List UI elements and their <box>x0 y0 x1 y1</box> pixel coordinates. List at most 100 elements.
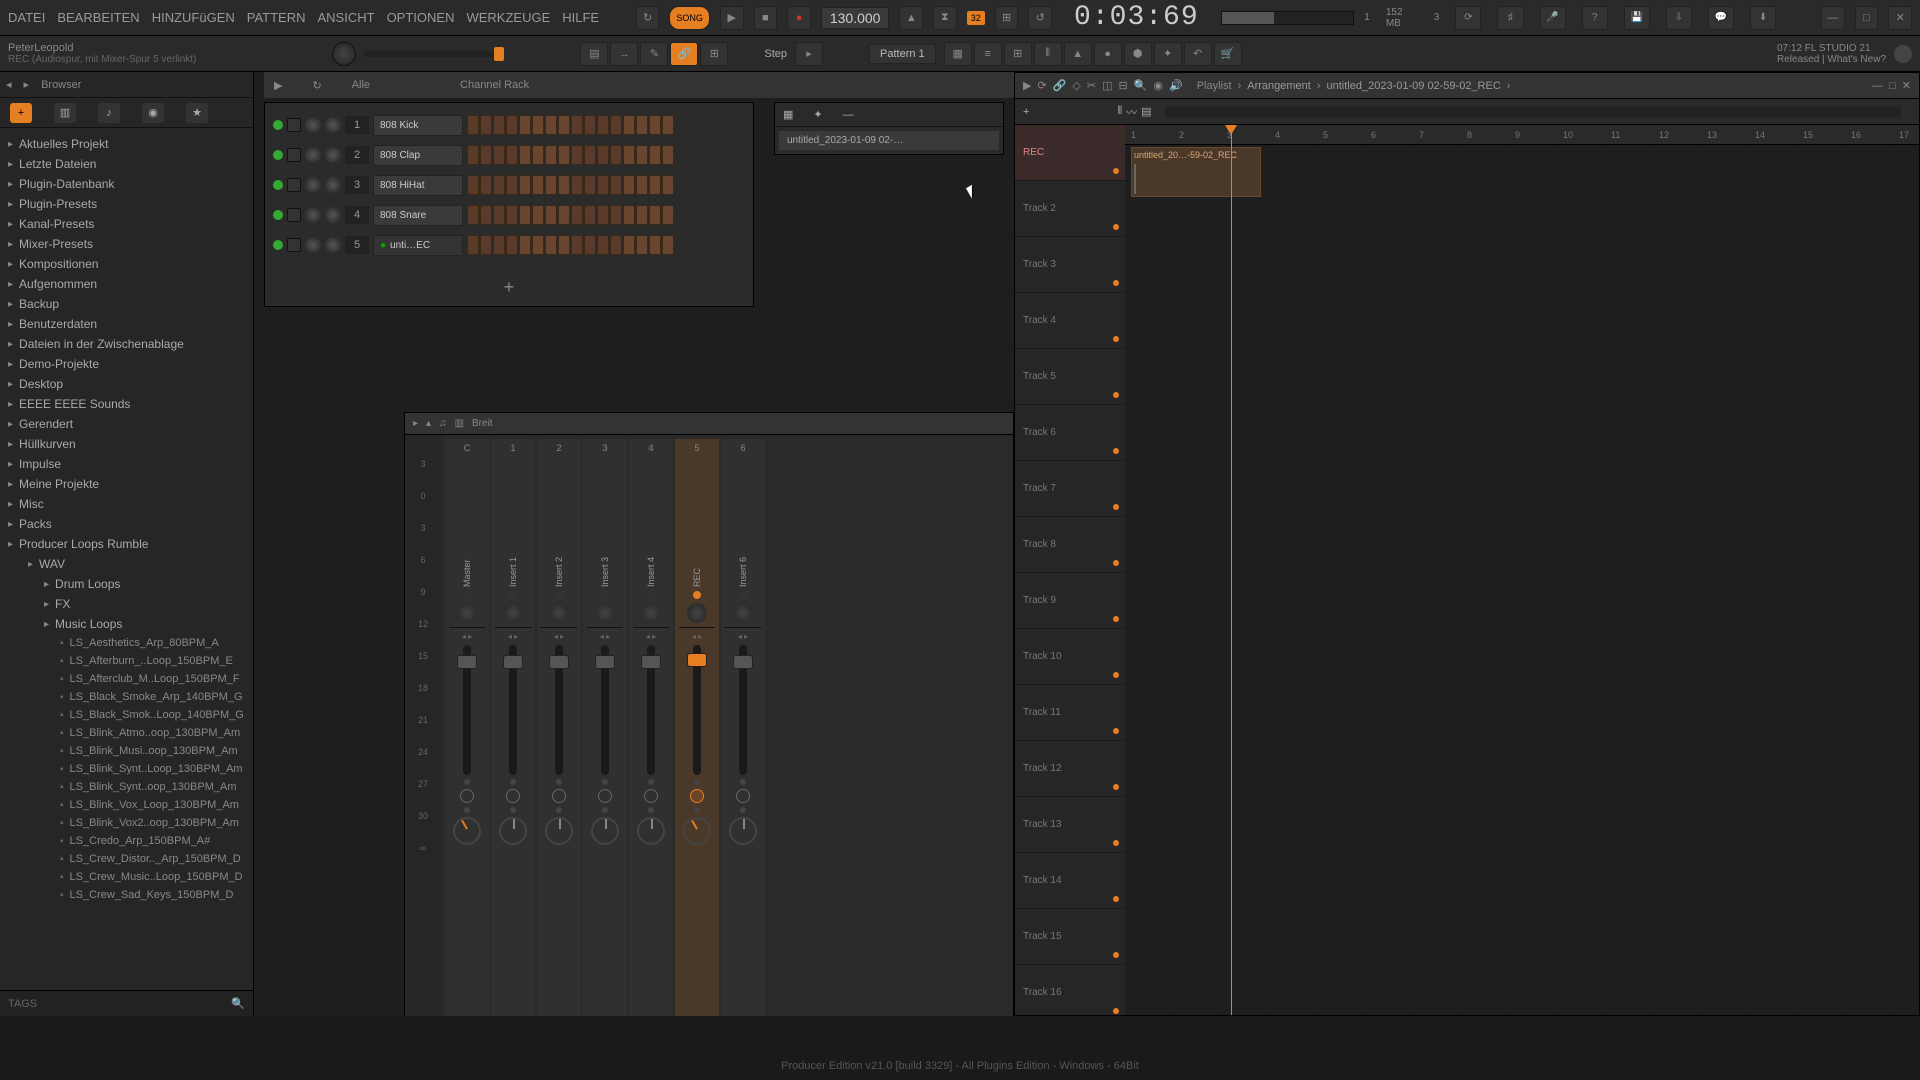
channel-led[interactable] <box>273 150 283 160</box>
pl-min-icon[interactable]: — <box>1872 80 1883 92</box>
channel-number[interactable]: 2 <box>345 146 369 164</box>
step-button[interactable] <box>610 175 622 195</box>
track-dot2[interactable] <box>556 807 562 813</box>
browser-tab-5[interactable]: ★ <box>186 103 208 123</box>
tree-item[interactable]: ▸Aktuelles Projekt <box>0 134 253 154</box>
song-mode-button[interactable]: SONG <box>669 6 710 30</box>
chrack-loop-icon[interactable]: ↻ <box>312 79 321 92</box>
step-button[interactable] <box>506 235 518 255</box>
mx-icon-3[interactable]: ♫ <box>439 418 447 429</box>
tree-item[interactable]: ▪LS_Black_Smoke_Arp_140BPM_G <box>0 688 253 706</box>
track-arrows[interactable]: ◂ ▸ <box>462 632 472 641</box>
view-mixer-button[interactable]: 🔗 <box>670 42 698 66</box>
tree-item[interactable]: ▪LS_Crew_Sad_Keys_150BPM_D <box>0 886 253 904</box>
channel-led[interactable] <box>273 210 283 220</box>
step-button[interactable] <box>480 115 492 135</box>
fader-handle[interactable] <box>641 655 661 669</box>
tree-item[interactable]: ▪LS_Blink_Synt..Loop_130BPM_Am <box>0 760 253 778</box>
mixer-track[interactable]: 4Insert 4◂ ▸ <box>629 439 673 1016</box>
view-pianoroll-button[interactable]: → <box>610 42 638 66</box>
mixer-track[interactable]: 3Insert 3◂ ▸ <box>583 439 627 1016</box>
playlist-track-header[interactable]: Track 16 <box>1015 965 1125 1016</box>
track-send[interactable] <box>644 789 658 803</box>
track-send[interactable] <box>690 789 704 803</box>
channel-vol-knob[interactable] <box>325 147 341 163</box>
tb-icon-2[interactable]: ≡ <box>974 42 1002 66</box>
tree-item[interactable]: ▸Letzte Dateien <box>0 154 253 174</box>
pattern-selector[interactable]: Pattern 1 <box>869 44 936 64</box>
step-button[interactable] <box>493 115 505 135</box>
channel-mute[interactable] <box>287 208 301 222</box>
step-button[interactable] <box>636 175 648 195</box>
track-dot2[interactable] <box>602 807 608 813</box>
fader-handle[interactable] <box>595 655 615 669</box>
tree-item[interactable]: ▸Misc <box>0 494 253 514</box>
step-button[interactable] <box>610 205 622 225</box>
tree-item[interactable]: ▪LS_Afterburn_..Loop_150BPM_E <box>0 652 253 670</box>
pl-max-icon[interactable]: □ <box>1889 80 1896 92</box>
channel-vol-knob[interactable] <box>325 177 341 193</box>
step-button[interactable] <box>597 115 609 135</box>
browser-tab-3[interactable]: ♪ <box>98 103 120 123</box>
tree-item[interactable]: ▸Drum Loops <box>0 574 253 594</box>
step-button[interactable] <box>493 175 505 195</box>
tree-item[interactable]: ▸Plugin-Datenbank <box>0 174 253 194</box>
fader-handle[interactable] <box>457 655 477 669</box>
tree-item[interactable]: ▸Backup <box>0 294 253 314</box>
tb-icon-10[interactable]: 🛒 <box>1214 42 1242 66</box>
channel-number[interactable]: 4 <box>345 206 369 224</box>
step-button[interactable] <box>545 115 557 135</box>
download-icon[interactable]: ⬇ <box>1750 6 1776 30</box>
step-button[interactable] <box>662 145 674 165</box>
playlist-track-header[interactable]: Track 4 <box>1015 293 1125 349</box>
step-button[interactable] <box>545 145 557 165</box>
fader-handle[interactable] <box>733 655 753 669</box>
step-button[interactable] <box>467 175 479 195</box>
channel-number[interactable]: 3 <box>345 176 369 194</box>
tree-item[interactable]: ▸Impulse <box>0 454 253 474</box>
browser-back-icon[interactable]: ◂ <box>6 78 12 91</box>
track-dot2[interactable] <box>510 807 516 813</box>
playlist-file-crumb[interactable]: untitled_2023-01-09 02-59-02_REC <box>1327 80 1501 92</box>
ps-icon-1[interactable]: ▦ <box>783 108 793 121</box>
view-browser-button[interactable]: ⊞ <box>700 42 728 66</box>
main-pitch-knob[interactable] <box>332 42 356 66</box>
browser-tree[interactable]: ▸Aktuelles Projekt▸Letzte Dateien▸Plugin… <box>0 128 253 990</box>
channel-number[interactable]: 5 <box>345 236 369 254</box>
stop-button[interactable]: ■ <box>754 6 778 30</box>
pl-tool-5[interactable]: ⊟ <box>1118 79 1127 92</box>
tree-item[interactable]: ▸Dateien in der Zwischenablage <box>0 334 253 354</box>
channel-pan-knob[interactable] <box>305 237 321 253</box>
pl-tool-6[interactable]: 🔍 <box>1134 79 1148 92</box>
tree-item[interactable]: ▸Gerendert <box>0 414 253 434</box>
channel-name[interactable]: 808 Clap <box>373 145 463 166</box>
pl-tool-2[interactable]: ◇ <box>1072 79 1080 92</box>
tree-item[interactable]: ▸EEEE EEEE Sounds <box>0 394 253 414</box>
menu-options[interactable]: OPTIONEN <box>387 10 455 25</box>
mx-icon-2[interactable]: ▴ <box>426 418 431 429</box>
playlist-track-header[interactable]: Track 8 <box>1015 517 1125 573</box>
tree-item[interactable]: ▸Desktop <box>0 374 253 394</box>
track-dot2[interactable] <box>694 807 700 813</box>
step-button[interactable] <box>597 175 609 195</box>
tree-item[interactable]: ▸Benutzerdaten <box>0 314 253 334</box>
track-dot2[interactable] <box>740 807 746 813</box>
step-button[interactable] <box>558 115 570 135</box>
step-button[interactable] <box>480 235 492 255</box>
step-button[interactable] <box>480 175 492 195</box>
menu-tools[interactable]: WERKZEUGE <box>466 10 550 25</box>
track-knob[interactable] <box>733 603 753 623</box>
track-send[interactable] <box>552 789 566 803</box>
step-button[interactable] <box>558 175 570 195</box>
view-playlist-button[interactable]: ▤ <box>580 42 608 66</box>
tree-item[interactable]: ▪LS_Aesthetics_Arp_80BPM_A <box>0 634 253 652</box>
track-pan[interactable] <box>591 817 619 845</box>
track-pan[interactable] <box>545 817 573 845</box>
step-button[interactable] <box>506 145 518 165</box>
track-dot[interactable] <box>464 779 470 785</box>
track-arrows[interactable]: ◂ ▸ <box>600 632 610 641</box>
step-button[interactable] <box>623 145 635 165</box>
step-button[interactable] <box>584 205 596 225</box>
playlist-track-header[interactable]: Track 14 <box>1015 853 1125 909</box>
tb-icon-3[interactable]: ⊞ <box>1004 42 1032 66</box>
